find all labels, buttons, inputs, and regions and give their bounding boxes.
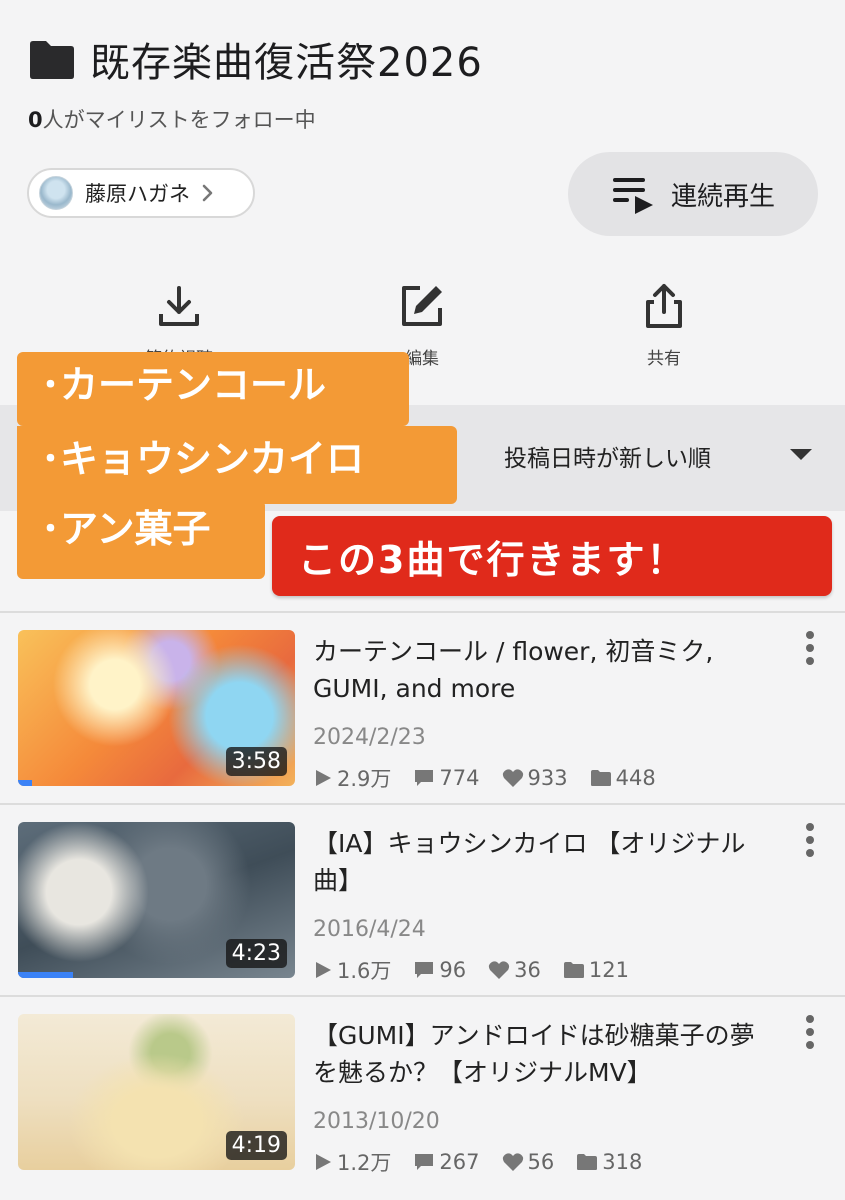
watch-progress-bar — [18, 972, 74, 978]
video-date: 2024/2/23 — [313, 725, 426, 750]
play-icon — [316, 770, 331, 786]
duration-badge: 3:58 — [225, 747, 287, 776]
view-count: 1.6万 — [337, 959, 392, 983]
mylist-count: 448 — [615, 766, 656, 790]
heart-icon — [502, 769, 523, 787]
avatar — [39, 176, 73, 210]
video-thumbnail[interactable]: 4:19 — [18, 1014, 295, 1170]
playlist-play-icon — [612, 178, 653, 214]
heart-icon — [502, 1153, 523, 1171]
video-thumbnail[interactable]: 3:58 — [18, 630, 295, 786]
watch-progress-bar — [18, 780, 32, 786]
video-stats: 1.6万 96 36 121 — [313, 955, 651, 985]
comment-icon — [415, 1154, 434, 1170]
mylist-count: 318 — [602, 1150, 643, 1174]
more-options-icon[interactable] — [803, 823, 817, 863]
follower-count: 0人がマイリストをフォロー中 — [28, 104, 316, 134]
mylist-count: 121 — [588, 958, 629, 982]
play-icon — [316, 962, 331, 978]
sort-dropdown[interactable]: 投稿日時が新しい順 — [504, 439, 711, 473]
folder-icon — [590, 770, 611, 786]
download-icon — [159, 286, 199, 326]
folder-icon — [30, 41, 74, 79]
more-options-icon[interactable] — [803, 1015, 817, 1055]
comment-count: 267 — [439, 1150, 480, 1174]
video-item[interactable]: 4:23 【IA】キョウシンカイロ 【オリジナル曲】 2016/4/24 1.6… — [0, 803, 845, 995]
share-label: 共有 — [647, 349, 681, 369]
continuous-play-label: 連続再生 — [670, 181, 775, 212]
video-title[interactable]: 【IA】キョウシンカイロ 【オリジナル曲】 — [313, 825, 773, 899]
comment-icon — [415, 770, 434, 786]
like-count: 933 — [527, 766, 568, 790]
comment-count: 774 — [439, 766, 480, 790]
owner-name: 藤原ハガネ — [85, 182, 190, 206]
overlay-banner: この3曲で行きます！ — [272, 516, 832, 596]
duration-badge: 4:23 — [225, 939, 287, 968]
overlay-line-3: ･アン菓子 — [17, 500, 265, 579]
duration-badge: 4:19 — [225, 1131, 287, 1160]
title-row: 既存楽曲復活祭2026 — [28, 30, 483, 88]
video-item[interactable]: 4:19 【GUMI】アンドロイドは砂糖菓子の夢を魅るか？【オリジナルMV】 2… — [0, 995, 845, 1187]
owner-chip[interactable]: 藤原ハガネ — [27, 168, 255, 218]
mylist-header: 既存楽曲復活祭2026 0人がマイリストをフォロー中 藤原ハガネ 連続再生 節約… — [0, 0, 845, 405]
comment-icon — [415, 962, 434, 978]
caret-down-icon[interactable] — [790, 449, 812, 460]
video-date: 2013/10/20 — [313, 1109, 440, 1134]
edit-icon — [402, 286, 442, 326]
video-stats: 1.2万 267 56 318 — [313, 1147, 664, 1177]
video-list: 3:58 カーテンコール / flower, 初音ミク, GUMI, and m… — [0, 611, 845, 1187]
more-options-icon[interactable] — [803, 631, 817, 671]
chevron-right-icon — [202, 184, 213, 202]
comment-count: 96 — [439, 958, 467, 982]
video-thumbnail[interactable]: 4:23 — [18, 822, 295, 978]
video-stats: 2.9万 774 933 448 — [313, 763, 678, 793]
overlay-line-2: ･キョウシンカイロ — [17, 426, 457, 504]
video-title[interactable]: 【GUMI】アンドロイドは砂糖菓子の夢を魅るか？【オリジナルMV】 — [313, 1017, 773, 1091]
like-count: 56 — [527, 1150, 555, 1174]
share-button[interactable]: 共有 — [604, 282, 724, 369]
like-count: 36 — [514, 958, 541, 982]
video-title[interactable]: カーテンコール / flower, 初音ミク, GUMI, and more — [313, 633, 773, 707]
share-icon — [646, 284, 682, 328]
view-count: 1.2万 — [337, 1151, 392, 1175]
play-icon — [316, 1154, 331, 1170]
continuous-play-button[interactable]: 連続再生 — [568, 152, 818, 236]
follower-text: 人がマイリストをフォロー中 — [42, 108, 316, 132]
view-count: 2.9万 — [337, 767, 392, 791]
folder-icon — [577, 1154, 598, 1170]
overlay-line-1: ･カーテンコール — [17, 352, 409, 426]
page-title: 既存楽曲復活祭2026 — [90, 40, 483, 86]
folder-icon — [563, 962, 584, 978]
heart-icon — [489, 961, 510, 979]
follower-number: 0 — [28, 108, 43, 132]
video-item[interactable]: 3:58 カーテンコール / flower, 初音ミク, GUMI, and m… — [0, 611, 845, 803]
video-date: 2016/4/24 — [313, 917, 426, 942]
